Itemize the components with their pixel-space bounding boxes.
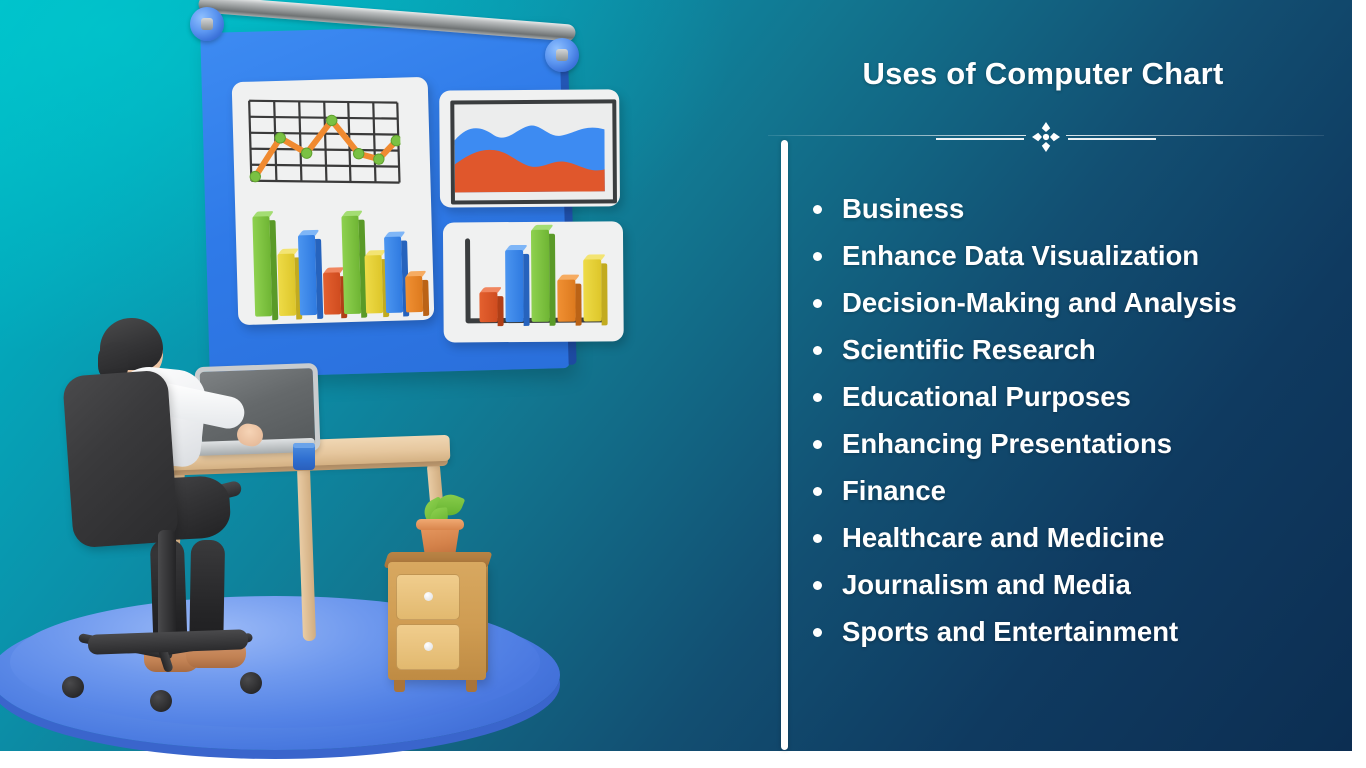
uses-list: Business Enhance Data Visualization Deci…: [806, 186, 1346, 656]
list-item-label: Healthcare and Medicine: [842, 522, 1165, 553]
list-item-label: Scientific Research: [842, 334, 1096, 365]
divider-rule-right: [1066, 135, 1324, 136]
list-item[interactable]: Sports and Entertainment: [806, 609, 1346, 655]
list-item[interactable]: Journalism and Media: [806, 562, 1346, 608]
list-item-label: Enhance Data Visualization: [842, 240, 1200, 271]
list-item-label: Finance: [842, 475, 946, 506]
bullet-icon: [813, 299, 822, 308]
bullet-icon: [813, 534, 822, 543]
title-divider: [768, 122, 1324, 152]
bullet-icon: [813, 252, 822, 261]
rail-cap-right: [545, 38, 579, 72]
list-item[interactable]: Scientific Research: [806, 327, 1346, 373]
plant-pot-rim: [416, 519, 464, 530]
list-item[interactable]: Decision-Making and Analysis: [806, 280, 1346, 326]
board-card-bar-chart: [442, 221, 624, 343]
slide-canvas: Uses of Computer Chart Business Enhance …: [0, 0, 1366, 768]
cabinet-foot: [466, 680, 477, 692]
divider-rule-inner-right: [1068, 138, 1156, 140]
drawer-knob: [424, 592, 433, 601]
list-item-label: Journalism and Media: [842, 569, 1131, 600]
axis-bar-chart-icon: [457, 224, 610, 330]
bullet-icon: [813, 440, 822, 449]
bullet-icon: [813, 205, 822, 214]
filing-cabinet: [388, 562, 486, 692]
illustration-artwork: [0, 0, 700, 751]
chair-gas-lift: [158, 530, 176, 642]
board-bar-chart-icon: [251, 207, 430, 321]
cabinet-drawer-top: [396, 574, 460, 620]
area-chart-icon: [450, 99, 617, 205]
list-item[interactable]: Enhancing Presentations: [806, 421, 1346, 467]
chair-wheel: [150, 690, 172, 712]
drawer-knob: [424, 642, 433, 651]
list-item[interactable]: Educational Purposes: [806, 374, 1346, 420]
chair-wheel: [240, 672, 262, 694]
bullet-icon: [813, 393, 822, 402]
grid-line-chart-icon: [247, 95, 402, 197]
bullet-icon: [813, 487, 822, 496]
board-card-area-chart: [439, 89, 621, 208]
quatrefoil-ornament-icon: [1032, 122, 1060, 152]
list-item-label: Sports and Entertainment: [842, 616, 1179, 647]
bullet-icon: [813, 346, 822, 355]
list-item-label: Business: [842, 193, 965, 224]
divider-rule-inner-left: [936, 138, 1024, 140]
chair-wheel: [62, 676, 84, 698]
list-item[interactable]: Enhance Data Visualization: [806, 233, 1346, 279]
rail-cap-left: [190, 7, 224, 41]
cabinet-drawer-bottom: [396, 624, 460, 670]
bullet-icon: [813, 628, 822, 637]
panel-accent-bar: [781, 140, 788, 750]
list-item[interactable]: Finance: [806, 468, 1346, 514]
coffee-mug: [293, 443, 315, 470]
list-item-label: Enhancing Presentations: [842, 428, 1173, 459]
page-title: Uses of Computer Chart: [862, 56, 1224, 91]
chart-y-axis: [465, 238, 471, 323]
divider-rule-left: [768, 135, 1026, 136]
list-item-label: Educational Purposes: [842, 381, 1131, 412]
list-item-label: Decision-Making and Analysis: [842, 287, 1237, 318]
bullet-icon: [813, 581, 822, 590]
list-item[interactable]: Healthcare and Medicine: [806, 515, 1346, 561]
list-item[interactable]: Business: [806, 186, 1346, 232]
board-card-line-and-bars: [231, 76, 435, 326]
content-panel: Uses of Computer Chart Business Enhance …: [760, 0, 1352, 751]
cabinet-foot: [394, 680, 405, 692]
chair-backrest: [62, 369, 179, 549]
presentation-board: [200, 23, 624, 378]
